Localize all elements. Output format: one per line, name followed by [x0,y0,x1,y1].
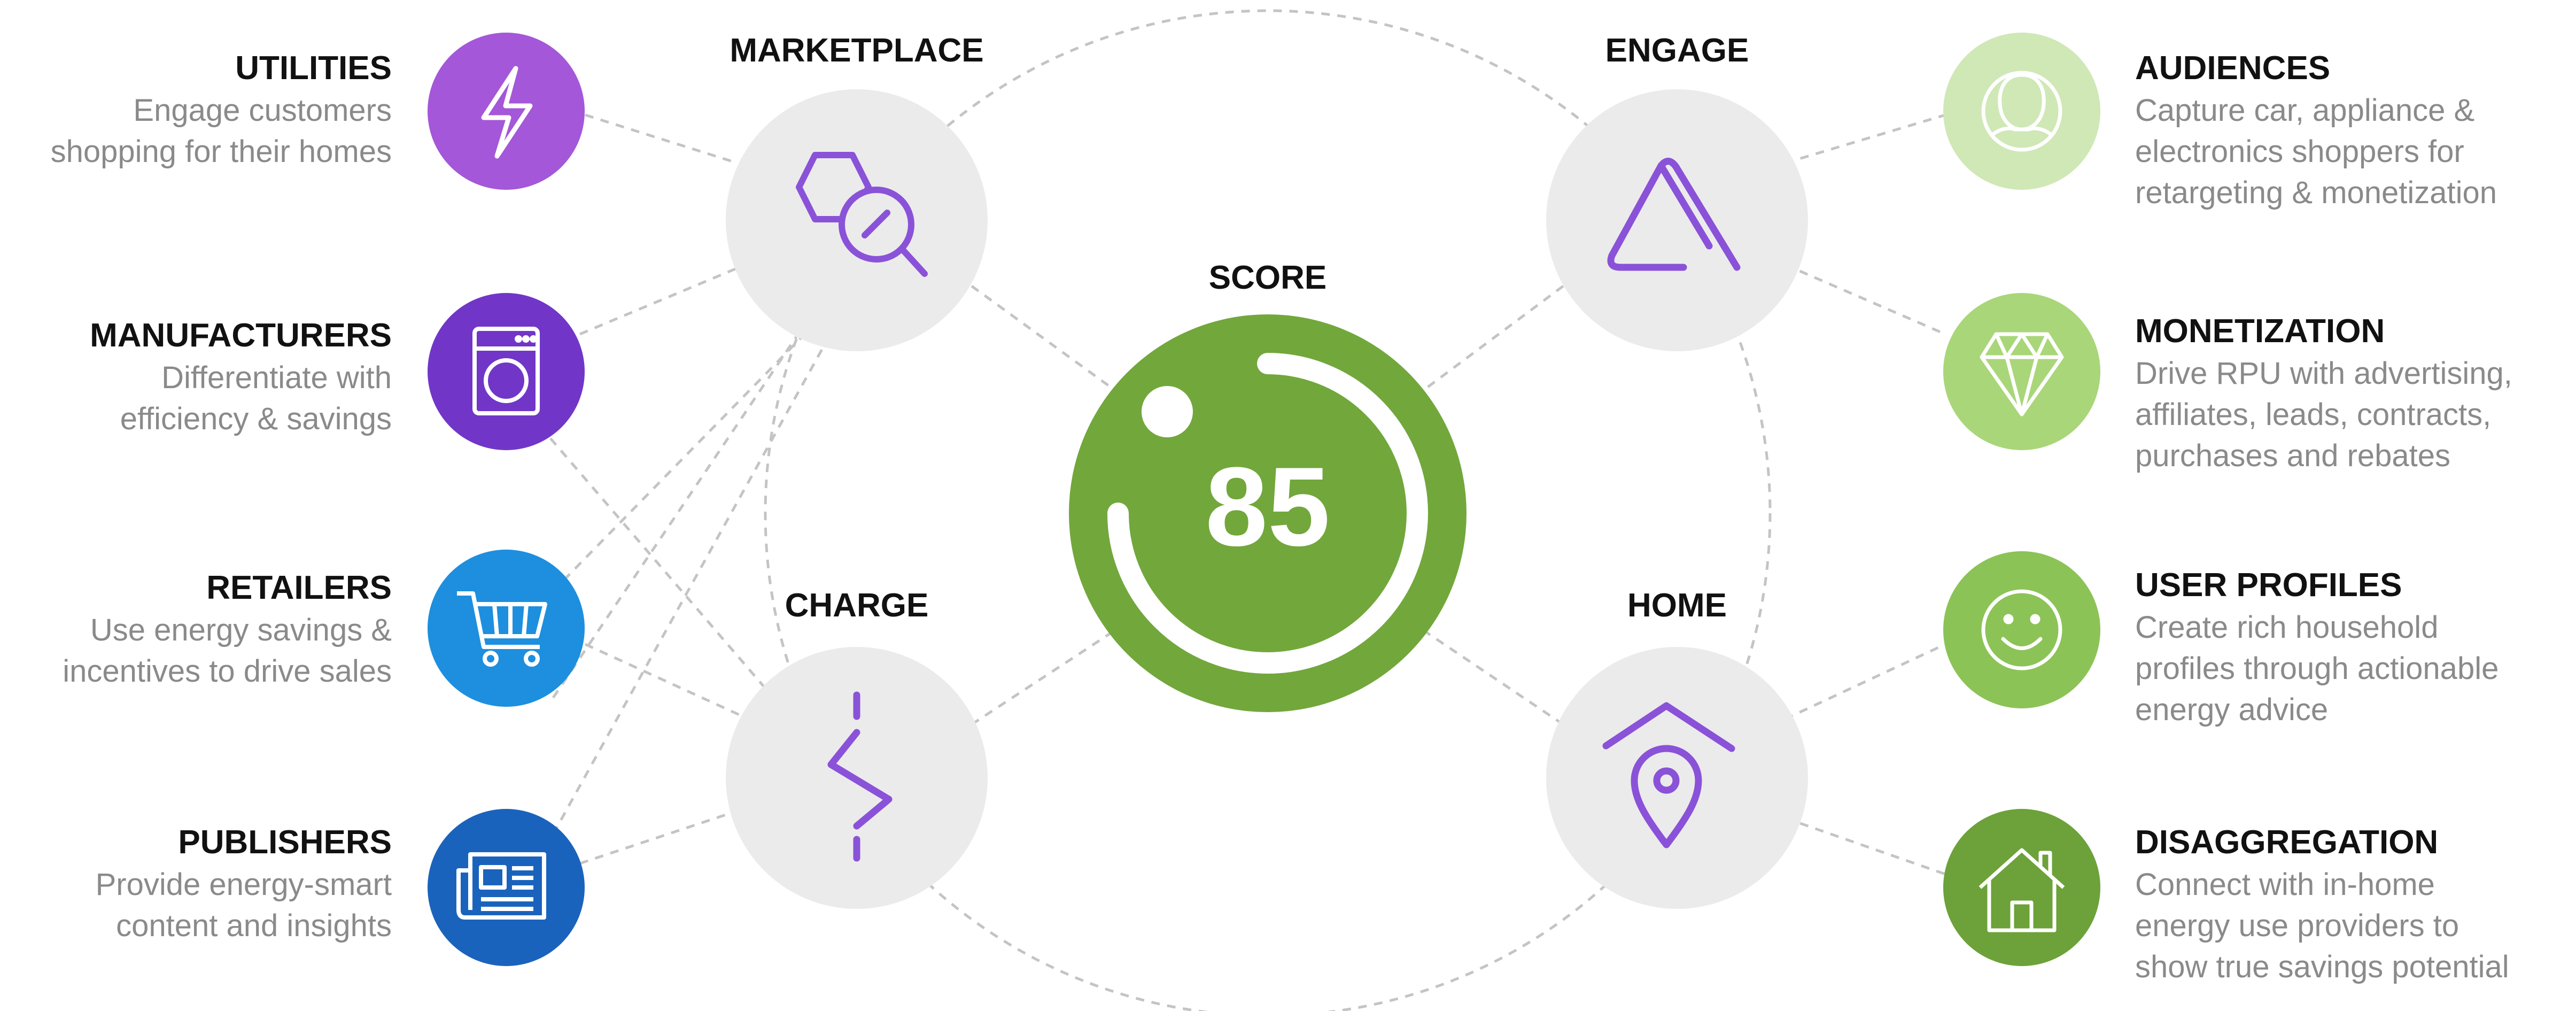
item-desc-line: Engage customers [133,93,392,128]
left-item-publishers[interactable]: PUBLISHERS Provide energy-smart content … [96,809,585,966]
ecosystem-diagram: UTILITIES Engage customers shopping for … [51,9,2512,1011]
item-desc-line: retargeting & monetization [2135,175,2497,210]
hub-label: HOME [1627,587,1727,624]
audiences-icon-circle [1943,33,2100,190]
item-desc-line: efficiency & savings [120,402,392,436]
right-item-audiences[interactable]: AUDIENCES Capture car, appliance & elect… [1943,33,2497,210]
disaggregation-icon-circle [1943,809,2100,966]
item-desc-line: shopping for their homes [51,134,392,169]
user-profiles-icon-circle [1943,551,2100,708]
score-value: 85 [1205,444,1330,569]
item-desc-line: Differentiate with [161,360,392,395]
item-title: UTILITIES [235,50,392,87]
item-desc-line: Connect with in-home [2135,867,2435,902]
item-desc-line: Create rich household [2135,610,2438,645]
item-desc-line: incentives to drive sales [63,654,392,689]
item-title: MANUFACTURERS [90,317,392,354]
left-item-utilities[interactable]: UTILITIES Engage customers shopping for … [51,33,585,190]
item-desc-line: show true savings potential [2135,950,2509,984]
retailers-icon-circle [428,550,585,707]
score-badge: SCORE 85 [1069,259,1467,712]
item-title: USER PROFILES [2135,567,2402,604]
hub-label: CHARGE [785,587,929,624]
right-item-user-profiles[interactable]: USER PROFILES Create rich household prof… [1943,551,2499,727]
item-desc-line: content and insights [116,908,392,943]
item-desc-line: electronics shoppers for [2135,134,2464,169]
score-label: SCORE [1209,259,1326,296]
hub-charge[interactable]: CHARGE [726,587,988,909]
item-desc-line: Capture car, appliance & [2135,93,2474,128]
item-title: AUDIENCES [2135,50,2330,87]
item-title: RETAILERS [206,569,392,606]
manufacturers-icon-circle [428,293,585,450]
item-desc-line: energy use providers to [2135,908,2459,943]
left-item-retailers[interactable]: RETAILERS Use energy savings & incentive… [63,550,585,707]
hub-circle [1546,89,1808,351]
item-desc-line: profiles through actionable [2135,651,2499,686]
item-desc-line: Provide energy-smart [96,867,392,902]
right-item-monetization[interactable]: MONETIZATION Drive RPU with advertising,… [1943,293,2512,473]
hub-home[interactable]: HOME [1546,587,1808,909]
hub-engage[interactable]: ENGAGE [1546,32,1808,351]
monetization-icon-circle [1943,293,2100,450]
item-title: MONETIZATION [2135,313,2385,350]
hub-label: MARKETPLACE [730,32,983,69]
left-item-manufacturers[interactable]: MANUFACTURERS Differentiate with efficie… [90,293,585,450]
utilities-icon-circle [428,33,585,190]
score-dot [1142,386,1193,437]
hub-marketplace[interactable]: MARKETPLACE [726,32,988,351]
right-item-disaggregation[interactable]: DISAGGREGATION Connect with in-home ener… [1943,809,2509,984]
item-desc-line: purchases and rebates [2135,438,2450,473]
item-desc-line: Use energy savings & [90,613,392,647]
item-desc-line: energy advice [2135,692,2328,727]
item-title: PUBLISHERS [178,824,392,861]
hub-label: ENGAGE [1605,32,1749,69]
item-desc-line: Drive RPU with advertising, [2135,356,2512,391]
item-desc-line: affiliates, leads, contracts, [2135,397,2491,432]
item-title: DISAGGREGATION [2135,824,2438,861]
